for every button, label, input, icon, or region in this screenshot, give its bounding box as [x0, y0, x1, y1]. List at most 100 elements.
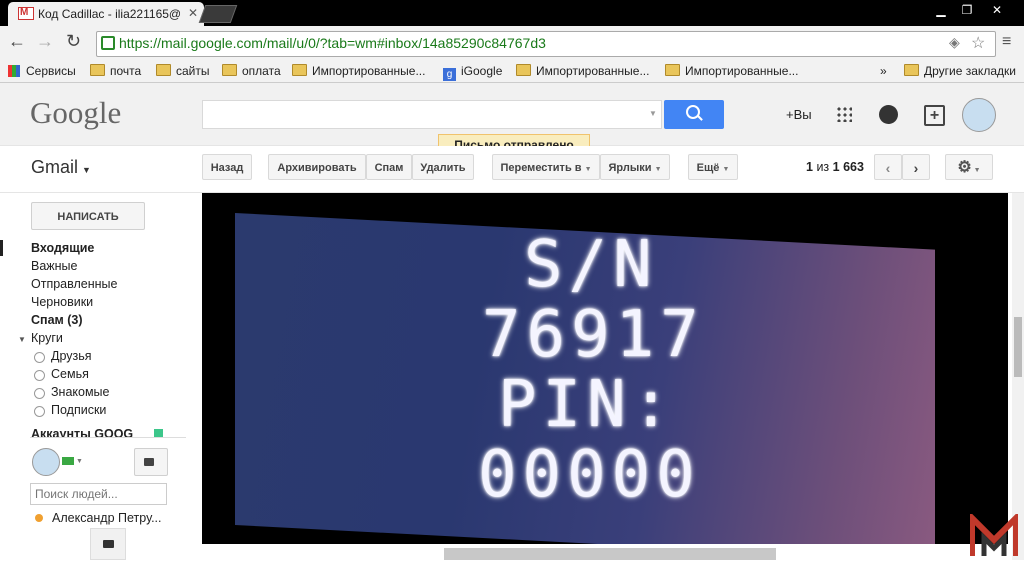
bookmark-igoogle[interactable]: g iGoogle [443, 62, 502, 81]
restore-button[interactable]: ❐ [954, 1, 980, 19]
search-input[interactable]: ▼ [202, 100, 662, 129]
dropdown-arrow-icon[interactable]: ▼ [76, 458, 83, 465]
bookmark-saity[interactable]: сайты [156, 62, 210, 80]
folder-icon [665, 64, 680, 76]
dropdown-arrow-icon: ▼ [654, 166, 662, 173]
gear-icon: ⚙ [957, 159, 972, 176]
nav-spam[interactable]: Спам (3) [31, 313, 83, 327]
horizontal-scrollbar[interactable] [444, 548, 776, 560]
dropdown-arrow-icon: ▼ [82, 165, 91, 175]
lock-icon [101, 36, 115, 50]
nav-sent[interactable]: Отправленные [31, 277, 117, 291]
newer-button[interactable]: ‹ [874, 154, 902, 180]
nav-divider [30, 437, 186, 438]
bookmarks-overflow[interactable]: » [880, 62, 887, 80]
folder-icon [292, 64, 307, 76]
nav-subscriptions[interactable]: Подписки [51, 403, 106, 417]
bookmark-oplata[interactable]: оплата [222, 62, 281, 80]
bookmark-other[interactable]: Другие закладки [904, 62, 1016, 80]
dropdown-arrow-icon: ▼ [584, 166, 592, 173]
forward-arrow-icon[interactable]: → [36, 31, 54, 52]
nav-inbox[interactable]: Входящие [31, 241, 94, 255]
inbox-active-marker [0, 240, 3, 256]
address-bar[interactable]: https://mail.google.com/mail/u/0/?tab=wm… [96, 31, 996, 57]
search-button[interactable] [664, 100, 724, 129]
bookmark-imported-3[interactable]: Импортированные... [665, 62, 798, 80]
nav-drafts[interactable]: Черновики [31, 295, 93, 309]
search-icon-handle [697, 115, 703, 121]
chat-button[interactable] [90, 528, 126, 560]
minimize-button[interactable]: ▁ [928, 1, 954, 19]
apps-grid-icon[interactable] [836, 106, 852, 122]
chat-bubble-icon [103, 540, 114, 548]
delete-button[interactable]: Удалить [412, 154, 474, 180]
bookmark-pochta[interactable]: почта [90, 62, 141, 80]
bookmarks-bar [0, 60, 1024, 83]
folder-icon [90, 64, 105, 76]
lcd-line-pin-label: PIN: [498, 368, 677, 442]
hangouts-avatar[interactable] [32, 448, 60, 476]
reload-icon[interactable]: ↻ [66, 31, 81, 52]
people-search-input[interactable] [30, 483, 167, 505]
dropdown-arrow-icon: ▼ [722, 166, 730, 173]
folder-icon [516, 64, 531, 76]
watermark-m-logo [969, 510, 1019, 558]
back-button[interactable]: Назад [202, 154, 252, 180]
more-button[interactable]: Ещё ▼ [688, 154, 738, 180]
notifications-bell-icon[interactable] [879, 105, 898, 124]
share-plus-icon[interactable]: + [924, 105, 945, 126]
video-status-icon[interactable] [62, 457, 74, 465]
bookmark-star-icon[interactable]: ☆ [971, 33, 985, 53]
gmail-product-switcher[interactable]: Gmail ▼ [31, 157, 91, 178]
video-call-button[interactable] [134, 448, 168, 476]
bookmark-apps[interactable]: Сервисы [8, 62, 76, 80]
older-button[interactable]: › [902, 154, 930, 180]
browser-tab[interactable]: M Код Cadillac - ilia221165@ ✕ [8, 2, 204, 26]
bookmark-imported-1[interactable]: Импортированные... [292, 62, 425, 80]
labels-button[interactable]: Ярлыки ▼ [600, 154, 670, 180]
close-window-button[interactable]: ✕ [984, 1, 1010, 19]
compose-button[interactable]: НАПИСАТЬ [31, 202, 145, 230]
apps-grid-icon [8, 65, 20, 77]
folder-icon [904, 64, 919, 76]
circles-expand-icon[interactable]: ▼ [18, 335, 26, 344]
plus-you-link[interactable]: +Вы [786, 107, 812, 122]
avatar[interactable] [962, 98, 996, 132]
contact-status-icon [35, 514, 43, 522]
nav-family[interactable]: Семья [51, 367, 89, 381]
new-tab-button[interactable] [198, 5, 238, 23]
url-text: https://mail.google.com/mail/u/0/?tab=wm… [119, 35, 546, 51]
extension-icon[interactable]: ◈ [949, 34, 960, 51]
lcd-line-sn: S/N [524, 228, 658, 302]
gmail-favicon-icon: M [18, 7, 34, 20]
nav-acquaintances[interactable]: Знакомые [51, 385, 110, 399]
move-to-button[interactable]: Переместить в ▼ [492, 154, 600, 180]
search-dropdown-icon[interactable]: ▼ [649, 109, 657, 118]
nav-circles[interactable]: Круги [31, 331, 63, 345]
video-camera-icon [144, 458, 154, 466]
bookmark-imported-2[interactable]: Импортированные... [516, 62, 649, 80]
nav-important[interactable]: Важные [31, 259, 78, 273]
back-arrow-icon[interactable]: ← [8, 31, 26, 52]
archive-button[interactable]: Архивировать [268, 154, 366, 180]
menu-icon[interactable]: ≡ [1002, 33, 1011, 51]
contact-item[interactable]: Александр Петру... [52, 511, 162, 525]
folder-icon [222, 64, 237, 76]
tab-close-icon[interactable]: ✕ [188, 6, 198, 20]
circle-icon [34, 388, 45, 399]
google-g-icon: g [443, 68, 456, 81]
circle-icon [34, 370, 45, 381]
settings-button[interactable]: ⚙ ▼ [945, 154, 993, 180]
spam-button[interactable]: Спам [366, 154, 412, 180]
nav-friends[interactable]: Друзья [51, 349, 92, 363]
circle-icon [34, 352, 45, 363]
google-logo[interactable]: Google [30, 95, 121, 131]
dropdown-arrow-icon: ▼ [971, 167, 981, 174]
pagination-text: 1 из 1 663 [806, 160, 864, 174]
vertical-scrollbar[interactable] [1012, 193, 1024, 560]
lcd-line-serial: 76917 [482, 298, 705, 372]
tab-title: Код Cadillac - ilia221165@ [38, 7, 182, 21]
scrollbar-thumb[interactable] [1014, 317, 1022, 377]
nav-accounts[interactable]: Аккаунты GOOG [31, 427, 133, 437]
message-photo: S/N 76917 PIN: 00000 [202, 193, 1008, 544]
